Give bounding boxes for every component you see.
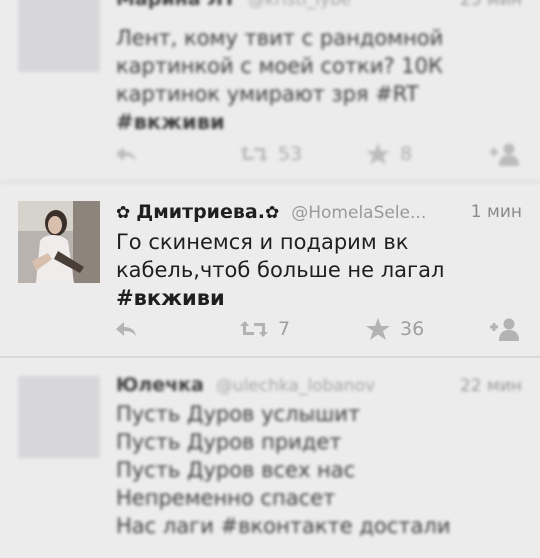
tweet-item[interactable]: Юлечка @ulechka_lobanov 22 мин Пусть Дур…: [0, 358, 540, 558]
user-handle[interactable]: @kristi_lybe: [248, 0, 351, 10]
tweet-text-line: Нас лаги #вконтакте достали: [116, 514, 451, 538]
retweet-count: 7: [278, 318, 291, 340]
tweet-feed: Марина ЛТ @kristi_lybe 25 мин Лент, кому…: [0, 0, 540, 540]
favorite-count: 8: [400, 143, 413, 165]
star-icon: [366, 318, 390, 340]
user-handle[interactable]: @HomelaSele...: [291, 203, 426, 223]
tweet-item[interactable]: Марина ЛТ @kristi_lybe 25 мин Лент, кому…: [0, 0, 540, 183]
tweet-actions: 7 36: [0, 314, 540, 344]
tweet-text: Пусть Дуров услышит Пусть Дуров придет П…: [116, 400, 500, 540]
tweet-text: Лент, кому твит с рандомной картинкой с …: [116, 24, 500, 136]
retweet-button[interactable]: 53: [240, 139, 302, 169]
tweet-text-line: Го скинемся и подарим вк: [116, 230, 409, 254]
tweet-actions: 53 8: [0, 139, 540, 169]
avatar[interactable]: [18, 201, 100, 283]
star-icon: [366, 143, 390, 165]
tweet-time: 1 мин: [470, 202, 522, 222]
tweet-text-line: Непременно спасет: [116, 486, 336, 510]
retweet-button[interactable]: 7: [240, 314, 290, 344]
tweet-text-line: Пусть Дуров придет: [116, 430, 342, 454]
reply-button[interactable]: [114, 139, 138, 169]
tweet-time: 25 мин: [459, 0, 522, 10]
avatar[interactable]: [18, 376, 100, 458]
hashtag-link[interactable]: #вкживи: [116, 108, 500, 136]
tweet-text-line: картинок умирают зря #RT: [116, 82, 419, 106]
retweet-icon: [240, 146, 268, 162]
tweet-text: Го скинемся и подарим вк кабель,чтоб бол…: [116, 228, 500, 312]
tweet-time: 22 мин: [459, 376, 522, 396]
user-handle[interactable]: @ulechka_lobanov: [216, 376, 375, 396]
favorite-button[interactable]: 36: [366, 314, 424, 344]
flower-icon: ✿: [264, 203, 280, 223]
reply-button[interactable]: [114, 314, 138, 344]
tweet-text-line: Пусть Дуров всех нас: [116, 458, 356, 482]
display-name[interactable]: Юлечка: [116, 374, 204, 396]
favorite-count: 36: [400, 318, 425, 340]
follow-icon: [490, 143, 519, 166]
tweet-item[interactable]: ✿ Дмитриева.✿ @HomelaSele... 1 мин Го ск…: [0, 183, 540, 358]
tweet-text-line: Пусть Дуров услышит: [116, 402, 361, 426]
tweet-text-line: картинкой с моей сотки? 10К: [116, 54, 443, 78]
tweet-header: ✿ Дмитриева.✿ @HomelaSele...: [116, 201, 522, 223]
reply-icon: [116, 147, 136, 161]
follow-icon: [490, 318, 519, 341]
hashtag-link[interactable]: #вкживи: [116, 284, 500, 312]
retweet-count: 53: [278, 143, 303, 165]
follow-button[interactable]: [490, 314, 520, 344]
avatar-photo: [18, 201, 100, 283]
reply-icon: [116, 322, 136, 336]
tweet-text-line: кабель,чтоб больше не лагал: [116, 258, 445, 282]
retweet-icon: [240, 321, 268, 337]
display-name[interactable]: Дмитриева.: [136, 201, 265, 223]
display-name[interactable]: Марина ЛТ: [116, 0, 236, 10]
follow-button[interactable]: [490, 139, 520, 169]
tweet-text-line: Лент, кому твит с рандомной: [116, 26, 444, 50]
avatar[interactable]: [18, 0, 100, 72]
favorite-button[interactable]: 8: [366, 139, 412, 169]
flower-icon: ✿: [116, 203, 131, 223]
